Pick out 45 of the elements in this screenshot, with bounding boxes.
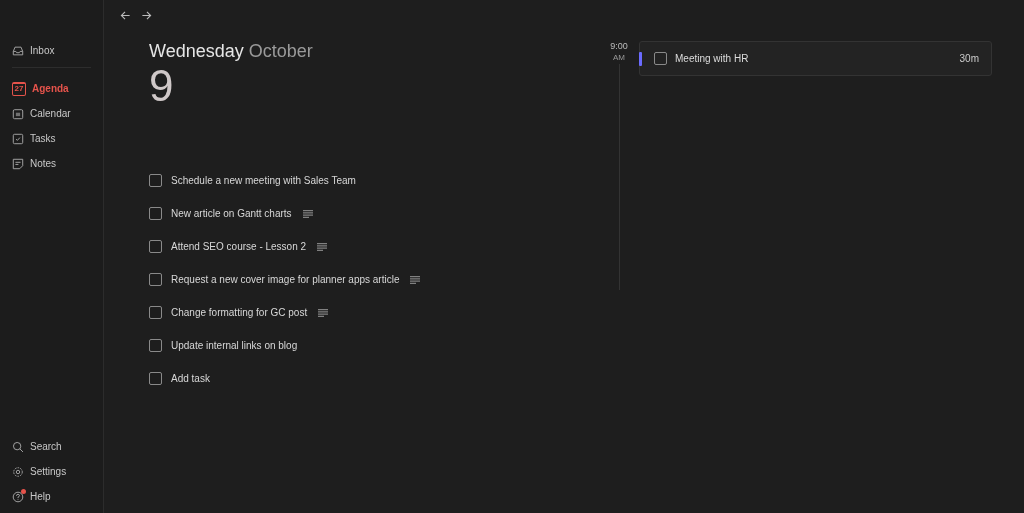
calendar-date-icon: 27 (12, 81, 26, 96)
checkbox[interactable] (149, 306, 162, 319)
add-task-button[interactable]: Add task (171, 373, 210, 384)
checkbox[interactable] (149, 240, 162, 253)
checkbox[interactable] (149, 174, 162, 187)
settings-icon (12, 465, 24, 478)
nav-item[interactable]: Search (0, 434, 103, 459)
month: October (248, 41, 313, 62)
back-arrow-icon (120, 9, 131, 21)
checkbox[interactable] (149, 339, 162, 352)
search-icon (12, 440, 24, 453)
notes-icon (302, 209, 313, 218)
task-title[interactable]: Update internal links on blog (171, 340, 298, 351)
weekday: Wednesday (149, 41, 244, 62)
notes-icon (317, 242, 328, 251)
checkbox-icon (12, 132, 24, 145)
help-icon (12, 490, 24, 503)
checkbox[interactable] (149, 372, 162, 385)
task-title[interactable]: Schedule a new meeting with Sales Team (171, 175, 356, 186)
task-title[interactable]: New article on Gantt charts (171, 208, 292, 219)
task-title[interactable]: Attend SEO course - Lesson 2 (171, 241, 307, 252)
nav-item[interactable]: Inbox (0, 38, 103, 63)
task-title[interactable]: Request a new cover image for planner apps article (171, 274, 400, 285)
inbox-icon (12, 44, 24, 57)
nav-item[interactable]: Settings (0, 459, 103, 484)
time-label: 9:00 (610, 41, 628, 51)
nav-item[interactable]: 27 Agenda (0, 76, 103, 101)
nav-item[interactable]: Notes (0, 151, 103, 176)
day-number: 9 (149, 64, 175, 108)
nav-item[interactable]: Tasks (0, 126, 103, 151)
checkbox[interactable] (149, 273, 162, 286)
period-label: AM (613, 53, 625, 62)
event-title: Meeting with HR (675, 53, 750, 64)
nav-item[interactable]: Help (0, 484, 103, 509)
nav-item[interactable]: Calendar (0, 101, 103, 126)
notes-icon (410, 275, 421, 284)
notes-icon (318, 308, 329, 317)
task-title[interactable]: Change formatting for GC post (171, 307, 308, 318)
checkbox[interactable] (654, 52, 667, 65)
calendar-icon (12, 107, 24, 120)
checkbox[interactable] (149, 207, 162, 220)
note-icon (12, 157, 24, 170)
event-duration: 30m (959, 53, 979, 64)
forward-arrow-icon (141, 9, 152, 21)
event-card[interactable]: Meeting with HR 30m (639, 41, 992, 76)
